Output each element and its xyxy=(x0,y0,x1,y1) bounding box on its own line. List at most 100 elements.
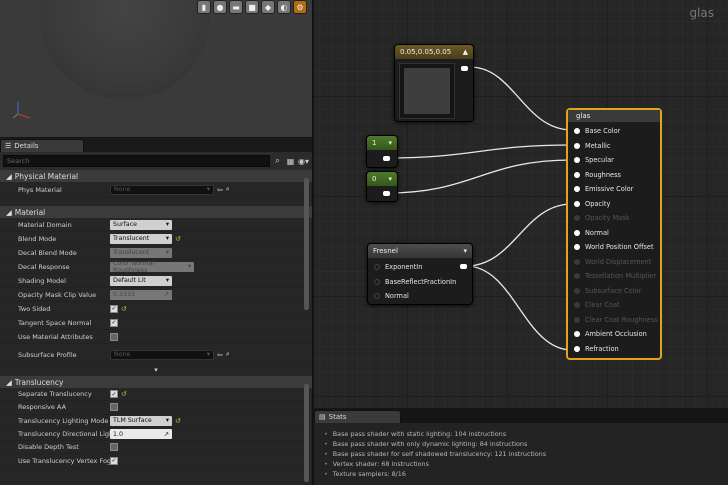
settings-icon[interactable]: ⚙ xyxy=(293,0,307,14)
material-result-node[interactable]: glas Base Color Metallic Specular Roughness… xyxy=(566,108,662,360)
output-pin[interactable] xyxy=(460,264,467,269)
input-pin[interactable] xyxy=(574,142,580,149)
material-input-pin[interactable]: Metallic xyxy=(568,139,660,154)
reset-icon[interactable]: ↺ xyxy=(121,305,127,313)
number-field[interactable]: 0.3333 ↗ xyxy=(110,289,172,300)
input-pin[interactable] xyxy=(574,186,580,193)
category-material[interactable]: ◢ Material xyxy=(0,206,312,218)
search-icon[interactable]: ⌕ xyxy=(272,156,283,167)
input-pin[interactable] xyxy=(574,287,580,294)
arrow-left-icon[interactable]: ⇦ xyxy=(217,351,223,359)
teapot-icon[interactable]: ◆ xyxy=(261,0,275,14)
fresnel-pin-exponent[interactable]: ExponentIn xyxy=(368,260,472,275)
collapse-icon[interactable]: ▾ xyxy=(388,175,392,183)
input-pin[interactable] xyxy=(574,229,580,236)
checkbox[interactable] xyxy=(110,443,118,452)
collapse-icon[interactable]: ▾ xyxy=(388,139,392,147)
checkbox[interactable]: ✓ xyxy=(110,390,118,399)
dropdown[interactable]: Color Normal Roughness ▾ xyxy=(110,260,194,274)
material-input-pin[interactable]: Emissive Color xyxy=(568,182,660,197)
input-pin[interactable] xyxy=(574,316,580,323)
phys-material-combo[interactable]: None ▾ xyxy=(110,184,214,195)
material-input-pin[interactable]: Clear Coat Roughness xyxy=(568,313,660,328)
input-pin[interactable] xyxy=(574,244,580,251)
checkbox[interactable]: ✓ xyxy=(110,456,118,465)
material-input-pin[interactable]: Subsurface Color xyxy=(568,284,660,299)
checkbox[interactable]: ✓ xyxy=(110,318,118,327)
dropdown[interactable]: Translucent ▾ xyxy=(110,247,172,258)
cylinder-icon[interactable]: ▮ xyxy=(197,0,211,14)
realtime-icon[interactable]: ◐ xyxy=(277,0,291,14)
search-input[interactable]: Search xyxy=(3,155,270,167)
material-input-pin[interactable]: Refraction xyxy=(568,342,660,357)
preview-viewport[interactable]: ▮ ● ▬ ■ ◆ ◐ ⚙ xyxy=(0,0,313,137)
input-pin[interactable] xyxy=(574,331,580,338)
grid-view-icon[interactable]: ▦ xyxy=(285,156,296,167)
material-input-pin[interactable]: Base Color xyxy=(568,124,660,139)
reset-icon[interactable]: ↺ xyxy=(175,235,181,243)
input-pin[interactable] xyxy=(374,278,380,285)
material-input-pin[interactable]: Ambient Occlusion xyxy=(568,327,660,342)
input-pin[interactable] xyxy=(374,264,380,271)
dropdown[interactable]: Default Lit ▾ xyxy=(110,275,172,286)
stats-tab[interactable]: ▤ Stats xyxy=(314,410,401,423)
reset-icon[interactable]: ↺ xyxy=(175,417,181,425)
sphere-icon[interactable]: ● xyxy=(213,0,227,14)
material-input-pin[interactable]: World Displacement xyxy=(568,255,660,270)
input-pin[interactable] xyxy=(574,215,580,222)
fresnel-node[interactable]: Fresnel ▾ ExponentIn BaseReflectFractionI… xyxy=(367,243,473,305)
material-input-pin[interactable]: Opacity xyxy=(568,197,660,212)
material-input-pin[interactable]: Roughness xyxy=(568,168,660,183)
cube-icon[interactable]: ■ xyxy=(245,0,259,14)
collapse-icon[interactable]: ▲ xyxy=(463,48,468,56)
output-pin[interactable] xyxy=(461,66,468,71)
input-pin[interactable] xyxy=(574,128,580,135)
material-input-pin[interactable]: Normal xyxy=(568,226,660,241)
scrollbar-thumb[interactable] xyxy=(304,384,309,482)
collapse-icon[interactable]: ▾ xyxy=(463,247,467,255)
input-pin[interactable] xyxy=(574,345,580,352)
scrollbar-thumb[interactable] xyxy=(304,178,309,310)
output-pin[interactable] xyxy=(383,191,390,196)
category-translucency[interactable]: ◢ Translucency xyxy=(0,376,312,388)
material-input-pin[interactable]: Specular xyxy=(568,153,660,168)
constant-node-0[interactable]: 0 ▾ xyxy=(366,171,398,202)
input-pin[interactable] xyxy=(374,293,380,300)
fresnel-pin-basereflect[interactable]: BaseReflectFractionIn xyxy=(368,275,472,290)
input-pin[interactable] xyxy=(574,273,580,280)
arrow-left-icon[interactable]: ⇦ xyxy=(217,186,223,194)
eye-icon[interactable]: ◉▾ xyxy=(298,156,309,167)
property-row: Use Material Attributes xyxy=(0,330,312,344)
material-input-pin[interactable]: Opacity Mask xyxy=(568,211,660,226)
number-field[interactable]: 1.0 ↗ xyxy=(110,429,172,440)
material-graph[interactable]: glas 0.05,0.05,0.05 ▲ 1 ▾ 0 ▾ Fresnel ▾ Expo… xyxy=(314,0,728,408)
category-physical-material[interactable]: ◢ Physical Material xyxy=(0,170,312,182)
output-pin[interactable] xyxy=(383,156,390,161)
details-tab[interactable]: ☰ Details xyxy=(0,139,84,152)
checkbox[interactable] xyxy=(110,332,118,341)
reset-icon[interactable]: ↺ xyxy=(121,390,127,398)
dropdown[interactable]: Surface ▾ xyxy=(110,219,172,230)
asset-combo[interactable]: None ▾ xyxy=(110,349,214,360)
dropdown[interactable]: Translucent ▾ xyxy=(110,233,172,244)
checkbox[interactable]: ✓ xyxy=(110,304,118,313)
material-input-pin[interactable]: Tessellation Multiplier xyxy=(568,269,660,284)
dropdown[interactable]: TLM Surface ▾ xyxy=(110,415,172,426)
input-pin[interactable] xyxy=(574,157,580,164)
browse-icon[interactable]: ⌕ xyxy=(226,185,230,194)
material-input-pin[interactable]: Clear Coat xyxy=(568,298,660,313)
details-scrollbar[interactable] xyxy=(304,178,309,310)
fresnel-pin-normal[interactable]: Normal xyxy=(368,289,472,304)
constant-node-1[interactable]: 1 ▾ xyxy=(366,135,398,168)
input-pin[interactable] xyxy=(574,258,580,265)
input-pin[interactable] xyxy=(574,171,580,178)
input-pin[interactable] xyxy=(574,200,580,207)
checkbox[interactable] xyxy=(110,403,118,412)
material-input-pin[interactable]: World Position Offset xyxy=(568,240,660,255)
plane-icon[interactable]: ▬ xyxy=(229,0,243,14)
vector-constant-node[interactable]: 0.05,0.05,0.05 ▲ xyxy=(394,44,474,122)
expand-advanced-icon[interactable]: ▾ xyxy=(0,366,312,374)
input-pin[interactable] xyxy=(574,302,580,309)
details-scrollbar-lower[interactable] xyxy=(304,384,309,482)
browse-icon[interactable]: ⌕ xyxy=(226,350,230,359)
